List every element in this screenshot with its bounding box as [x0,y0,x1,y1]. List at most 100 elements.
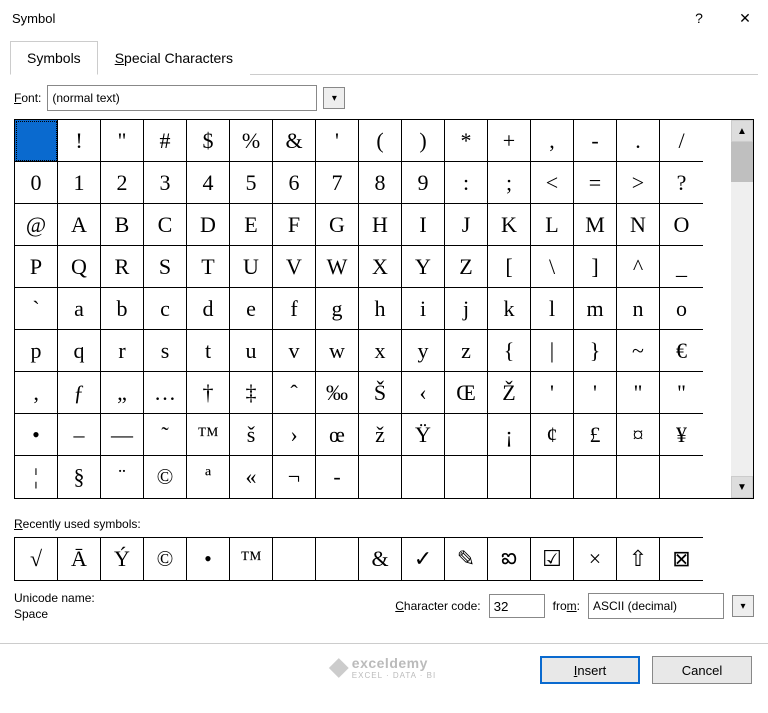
symbol-cell[interactable]: I [402,204,445,246]
symbol-cell[interactable]: § [58,456,101,498]
symbol-cell[interactable] [359,456,402,498]
recent-symbol-cell[interactable]: ⇧ [617,538,660,580]
symbol-cell[interactable]: y [402,330,445,372]
symbol-cell[interactable]: K [488,204,531,246]
symbol-cell[interactable]: l [531,288,574,330]
symbol-cell[interactable]: ! [58,120,101,162]
symbol-cell[interactable]: › [273,414,316,456]
scroll-up-button[interactable]: ▲ [731,120,753,142]
symbol-cell[interactable]: P [15,246,58,288]
recent-symbol-cell[interactable]: × [574,538,617,580]
recent-symbol-cell[interactable] [273,538,316,580]
symbol-cell[interactable]: œ [316,414,359,456]
symbol-cell[interactable] [531,456,574,498]
symbol-cell[interactable] [660,456,703,498]
symbol-cell[interactable]: % [230,120,273,162]
close-button[interactable]: ✕ [722,2,768,34]
symbol-cell[interactable]: g [316,288,359,330]
symbol-cell[interactable]: s [144,330,187,372]
scroll-down-button[interactable]: ▼ [731,476,753,498]
symbol-cell[interactable]: , [531,120,574,162]
symbol-cell[interactable]: d [187,288,230,330]
symbol-cell[interactable]: B [101,204,144,246]
symbol-cell[interactable]: F [273,204,316,246]
symbol-cell[interactable]: ‹ [402,372,445,414]
cancel-button[interactable]: Cancel [652,656,752,684]
symbol-cell[interactable]: ˆ [273,372,316,414]
symbol-cell[interactable]: 9 [402,162,445,204]
recent-symbol-cell[interactable]: © [144,538,187,580]
symbol-cell[interactable]: J [445,204,488,246]
tab-special-characters[interactable]: Special Characters [98,41,250,75]
symbol-cell[interactable]: * [445,120,488,162]
symbol-cell[interactable]: Œ [445,372,488,414]
symbol-cell[interactable]: - [316,456,359,498]
recent-symbol-cell[interactable]: & [359,538,402,580]
symbol-cell[interactable]: … [144,372,187,414]
symbol-cell[interactable]: a [58,288,101,330]
symbol-cell[interactable]: R [101,246,144,288]
symbol-cell[interactable]: / [660,120,703,162]
symbol-cell[interactable]: ‰ [316,372,359,414]
symbol-cell[interactable]: ˜ [144,414,187,456]
symbol-cell[interactable]: ' [316,120,359,162]
symbol-cell[interactable]: W [316,246,359,288]
symbol-cell[interactable]: & [273,120,316,162]
symbol-cell[interactable]: " [101,120,144,162]
insert-button[interactable]: Insert [540,656,640,684]
symbol-cell[interactable]: ' [574,372,617,414]
symbol-cell[interactable]: ` [15,288,58,330]
symbol-cell[interactable]: } [574,330,617,372]
character-code-input[interactable] [489,594,545,618]
symbol-cell[interactable]: £ [574,414,617,456]
symbol-cell[interactable]: j [445,288,488,330]
tab-symbols[interactable]: Symbols [10,41,98,75]
symbol-cell[interactable]: [ [488,246,531,288]
symbol-cell[interactable]: ~ [617,330,660,372]
symbol-cell[interactable]: ? [660,162,703,204]
scroll-track[interactable] [731,182,753,476]
symbol-cell[interactable]: 1 [58,162,101,204]
recent-symbol-cell[interactable]: ఐ [488,538,531,580]
symbol-cell[interactable]: © [144,456,187,498]
symbol-cell[interactable]: U [230,246,273,288]
symbol-cell[interactable]: b [101,288,144,330]
symbol-cell[interactable]: † [187,372,230,414]
symbol-cell[interactable]: . [617,120,660,162]
symbol-cell[interactable]: ' [531,372,574,414]
symbol-cell[interactable]: • [15,414,58,456]
symbol-cell[interactable]: A [58,204,101,246]
symbol-cell[interactable]: < [531,162,574,204]
symbol-cell[interactable]: E [230,204,273,246]
symbol-cell[interactable]: H [359,204,402,246]
symbol-cell[interactable] [488,456,531,498]
font-dropdown[interactable]: (normal text) [47,85,317,111]
symbol-cell[interactable]: M [574,204,617,246]
symbol-cell[interactable]: ž [359,414,402,456]
symbol-cell[interactable]: ƒ [58,372,101,414]
symbol-cell[interactable]: ¢ [531,414,574,456]
from-dropdown[interactable]: ASCII (decimal) [588,593,724,619]
symbol-cell[interactable]: { [488,330,531,372]
symbol-cell[interactable]: z [445,330,488,372]
symbol-cell[interactable]: i [402,288,445,330]
symbol-cell[interactable]: ( [359,120,402,162]
symbol-cell[interactable]: D [187,204,230,246]
symbol-cell[interactable]: r [101,330,144,372]
symbol-cell[interactable]: ; [488,162,531,204]
symbol-cell[interactable]: T [187,246,230,288]
symbol-cell[interactable]: o [660,288,703,330]
symbol-cell[interactable]: Ÿ [402,414,445,456]
symbol-cell[interactable]: Z [445,246,488,288]
symbol-cell[interactable]: ¦ [15,456,58,498]
symbol-cell[interactable]: „ [101,372,144,414]
symbol-cell[interactable]: $ [187,120,230,162]
symbol-cell[interactable]: p [15,330,58,372]
symbol-cell[interactable]: w [316,330,359,372]
symbol-cell[interactable]: Ž [488,372,531,414]
recent-symbol-cell[interactable]: Ý [101,538,144,580]
from-dropdown-button[interactable]: ▾ [732,595,754,617]
symbol-cell[interactable]: — [101,414,144,456]
symbol-cell[interactable]: Š [359,372,402,414]
symbol-cell[interactable]: L [531,204,574,246]
